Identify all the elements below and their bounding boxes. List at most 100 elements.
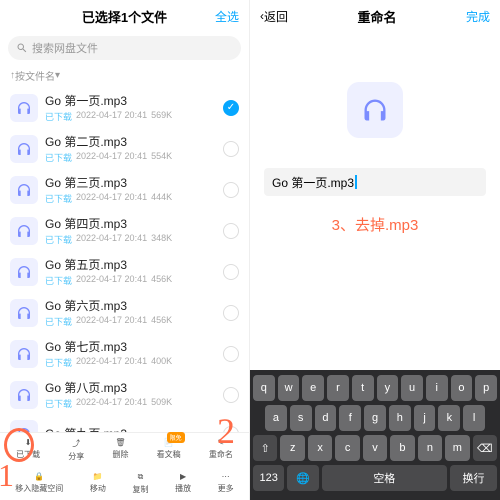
tool-更多[interactable]: ⋯ 更多	[218, 472, 234, 495]
badge: 限免	[167, 432, 185, 443]
audio-icon	[10, 258, 38, 286]
key-globe[interactable]: 🌐	[287, 465, 318, 491]
headphone-icon	[16, 305, 32, 321]
key-m[interactable]: m	[445, 435, 469, 461]
key-w[interactable]: w	[278, 375, 300, 401]
search-input[interactable]: 搜索网盘文件	[8, 36, 241, 60]
tool-label: 分享	[68, 451, 84, 462]
search-icon	[16, 42, 28, 54]
tool-icon: ▶	[180, 472, 186, 481]
annotation-text-3: 3、去掉.mp3	[250, 214, 500, 235]
headphone-icon	[16, 346, 32, 362]
select-all-button[interactable]: 全选	[215, 8, 239, 25]
checkbox[interactable]	[223, 264, 239, 280]
file-list-pane: 已选择1个文件 全选 搜索网盘文件 ↑ 按文件名 ▾ Go 第一页.mp3 已下…	[0, 0, 250, 500]
done-button[interactable]: 完成	[466, 8, 490, 25]
back-button[interactable]: ‹返回	[260, 8, 288, 25]
tool-icon: 📁	[93, 472, 103, 481]
header: 已选择1个文件 全选	[0, 0, 249, 32]
rename-input[interactable]: Go 第一页.mp3	[264, 168, 486, 196]
key-d[interactable]: d	[315, 405, 337, 431]
tool-label: 移入隐藏空间	[15, 483, 63, 494]
key-p[interactable]: p	[475, 375, 497, 401]
key-e[interactable]: e	[302, 375, 324, 401]
file-name: Go 第八页.mp3	[45, 379, 216, 396]
tool-移动[interactable]: 📁 移动	[90, 472, 106, 495]
file-item[interactable]: Go 第六页.mp3 已下载2022-04-17 20:41456K	[8, 292, 241, 333]
checkbox[interactable]	[223, 182, 239, 198]
file-name: Go 第六页.mp3	[45, 297, 216, 314]
file-item[interactable]: Go 第八页.mp3 已下载2022-04-17 20:41509K	[8, 374, 241, 415]
tool-看文稿[interactable]: 限免 📄 看文稿	[157, 438, 181, 462]
file-item[interactable]: Go 第二页.mp3 已下载2022-04-17 20:41554K	[8, 128, 241, 169]
key-o[interactable]: o	[451, 375, 473, 401]
tool-icon: ⧉	[138, 472, 144, 482]
file-list: Go 第一页.mp3 已下载2022-04-17 20:41569K Go 第二…	[0, 87, 249, 453]
key-n[interactable]: n	[418, 435, 442, 461]
audio-icon	[10, 94, 38, 122]
key-c[interactable]: c	[335, 435, 359, 461]
key-space[interactable]: 空格	[322, 465, 447, 491]
audio-icon	[10, 340, 38, 368]
key-h[interactable]: h	[389, 405, 411, 431]
rename-header: ‹返回 重命名 完成	[250, 0, 500, 32]
tool-移入隐藏空间[interactable]: 🔒 移入隐藏空间	[15, 472, 63, 495]
key-j[interactable]: j	[414, 405, 436, 431]
tool-删除[interactable]: 🗑 删除	[112, 438, 128, 462]
file-item[interactable]: Go 第一页.mp3 已下载2022-04-17 20:41569K	[8, 87, 241, 128]
key-return[interactable]: 换行	[450, 465, 497, 491]
key-g[interactable]: g	[364, 405, 386, 431]
headphone-icon	[16, 182, 32, 198]
checkbox[interactable]	[223, 346, 239, 362]
file-item[interactable]: Go 第三页.mp3 已下载2022-04-17 20:41444K	[8, 169, 241, 210]
checkbox[interactable]	[223, 223, 239, 239]
file-item[interactable]: Go 第五页.mp3 已下载2022-04-17 20:41456K	[8, 251, 241, 292]
tool-icon: ⋯	[222, 472, 230, 481]
checkbox[interactable]	[223, 305, 239, 321]
key-q[interactable]: q	[253, 375, 275, 401]
headphone-icon	[16, 223, 32, 239]
tool-分享[interactable]: ⤴ 分享	[68, 438, 84, 462]
file-name: Go 第七页.mp3	[45, 338, 216, 355]
audio-icon	[10, 381, 38, 409]
tool-复制[interactable]: ⧉ 复制	[132, 472, 148, 495]
key-123[interactable]: 123	[253, 465, 284, 491]
key-y[interactable]: y	[377, 375, 399, 401]
key-b[interactable]: b	[390, 435, 414, 461]
text-cursor	[355, 175, 357, 189]
key-k[interactable]: k	[438, 405, 460, 431]
key-x[interactable]: x	[308, 435, 332, 461]
key-z[interactable]: z	[280, 435, 304, 461]
key-f[interactable]: f	[339, 405, 361, 431]
sort-dropdown[interactable]: ↑ 按文件名 ▾	[0, 64, 249, 87]
key-t[interactable]: t	[352, 375, 374, 401]
key-shift[interactable]: ⇧	[253, 435, 277, 461]
toolbar: ⬇ 已下载 ⤴ 分享 🗑 删除 限免 📄 看文稿 ✎ 重命名 🔒 移入隐藏空间 …	[0, 432, 249, 500]
tool-icon: 🗑	[115, 438, 125, 447]
headphone-icon	[16, 141, 32, 157]
tool-label: 删除	[112, 449, 128, 460]
key-s[interactable]: s	[290, 405, 312, 431]
key-r[interactable]: r	[327, 375, 349, 401]
key-i[interactable]: i	[426, 375, 448, 401]
headphone-icon	[16, 264, 32, 280]
file-item[interactable]: Go 第四页.mp3 已下载2022-04-17 20:41348K	[8, 210, 241, 251]
checkbox[interactable]	[223, 141, 239, 157]
tool-label: 看文稿	[157, 449, 181, 460]
file-name: Go 第一页.mp3	[45, 92, 216, 109]
tool-播放[interactable]: ▶ 播放	[175, 472, 191, 495]
checkbox[interactable]	[223, 100, 239, 116]
key-u[interactable]: u	[401, 375, 423, 401]
file-item[interactable]: Go 第七页.mp3 已下载2022-04-17 20:41400K	[8, 333, 241, 374]
key-l[interactable]: l	[463, 405, 485, 431]
annotation-num-2: 2	[217, 410, 235, 452]
audio-icon	[10, 299, 38, 327]
tool-label: 复制	[132, 484, 148, 495]
checkbox[interactable]	[223, 387, 239, 403]
tool-label: 更多	[218, 483, 234, 494]
key-delete[interactable]: ⌫	[473, 435, 497, 461]
key-v[interactable]: v	[363, 435, 387, 461]
headphone-icon	[16, 100, 32, 116]
rename-pane: ‹返回 重命名 完成 Go 第一页.mp3 3、去掉.mp3 qwertyuio…	[250, 0, 500, 500]
key-a[interactable]: a	[265, 405, 287, 431]
